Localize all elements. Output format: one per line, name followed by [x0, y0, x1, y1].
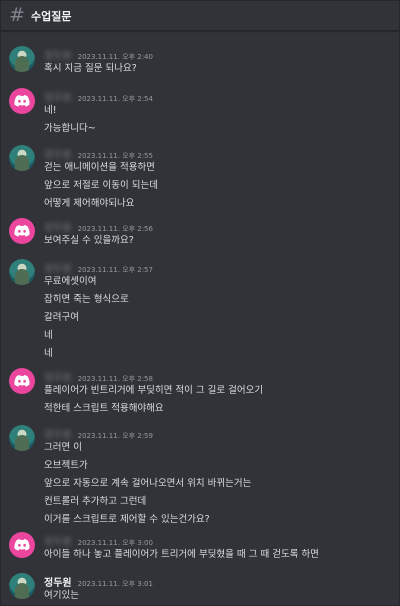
timestamp: 2023.11.11. 오후 2:54	[77, 95, 153, 103]
message-text: 갈려구여	[44, 312, 79, 323]
discord-avatar[interactable]	[9, 532, 35, 558]
discord-avatar[interactable]	[9, 88, 35, 114]
discord-logo-icon	[14, 539, 30, 551]
message-text: 네!	[44, 105, 57, 116]
message-text: 이거를 스크립트로 제어할 수 있는건가요?	[44, 514, 210, 525]
timestamp: 2023.11.11. 오후 3:01	[77, 580, 153, 588]
channel-name[interactable]: 수업질문	[31, 8, 71, 24]
discord-logo-icon	[14, 95, 30, 107]
message-text: 오브젝트가	[44, 460, 88, 471]
user-avatar[interactable]	[9, 145, 35, 171]
timestamp: 2023.11.11. 오후 2:59	[77, 432, 153, 440]
user-avatar[interactable]	[9, 425, 35, 451]
message-text: 여기있는	[44, 590, 79, 601]
discord-logo-icon	[14, 225, 30, 237]
user-avatar[interactable]	[9, 259, 35, 285]
message-text: 플레이어가 빈트리거에 부딪히면 적이 그 길로 걸어오기	[44, 385, 264, 396]
message-text: 네	[44, 348, 53, 359]
message-text: 아이들 하나 놓고 플레이어가 트리거에 부딪혔을 때 그 때 걷도록 하면	[44, 549, 319, 560]
user-avatar[interactable]	[9, 573, 35, 599]
user-avatar[interactable]	[9, 46, 35, 72]
message-text: 적한테 스크립트 적용해야해요	[44, 403, 164, 414]
discord-avatar[interactable]	[9, 218, 35, 244]
message-text: 어떻게 제어해야되나요	[44, 198, 135, 209]
message-text: 가능합니다~	[44, 123, 96, 134]
hashtag-icon: #	[9, 4, 25, 26]
chat-window: # 수업질문 정두원 2023.11.11. 오후 2:40 혹시 지금 질문 …	[0, 0, 400, 606]
message-text: 네	[44, 330, 53, 341]
message-text: 앞으로 자동으로 계속 걸어나오면서 위치 바뀌는거는	[44, 478, 252, 489]
channel-header: # 수업질문	[1, 1, 399, 31]
message-text: 걷는 애니메이션을 적용하면	[44, 162, 155, 173]
discord-avatar[interactable]	[9, 368, 35, 394]
message-text: 그러면 이	[44, 442, 82, 453]
message-text: 무료에셋이여	[44, 276, 97, 287]
message-text: 잡히면 죽는 형식으로	[44, 294, 129, 305]
discord-logo-icon	[14, 375, 30, 387]
message-text: 혹시 지금 질문 되나요?	[44, 63, 137, 74]
message-text: 컨트롤러 추가하고 그런데	[44, 496, 147, 507]
message-text: 앞으로 저절로 이동이 되는데	[44, 180, 158, 191]
message-text: 보여주실 수 있을까요?	[44, 235, 134, 246]
